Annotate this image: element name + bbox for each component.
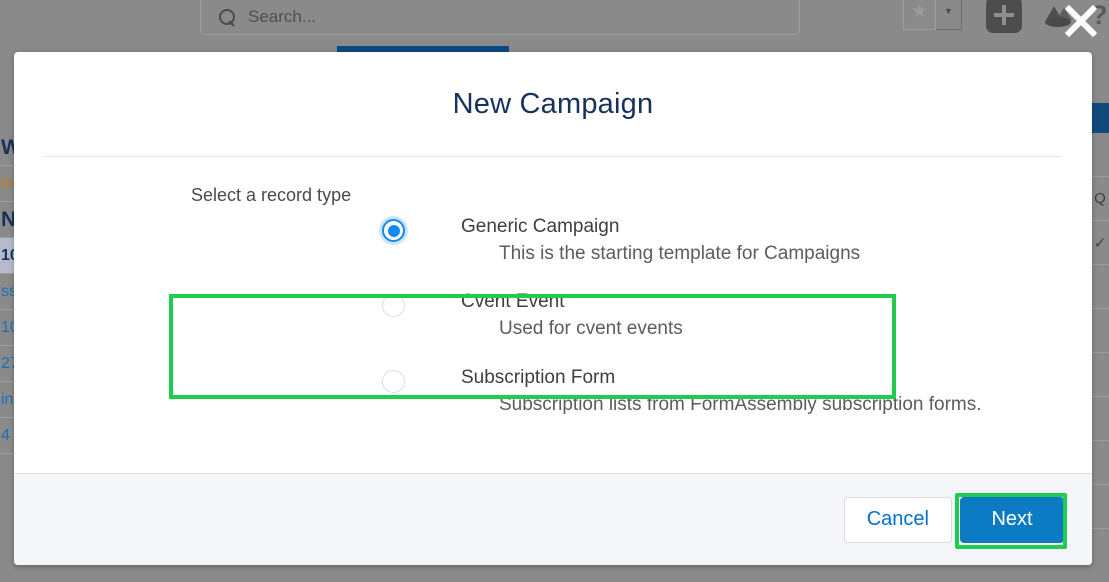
table-row — [1091, 265, 1109, 309]
search-icon — [219, 8, 236, 26]
new-campaign-modal: New Campaign Select a record type Generi… — [14, 52, 1092, 565]
background-bottom-strip — [0, 564, 1109, 582]
record-type-text: Generic Campaign This is the starting te… — [405, 215, 860, 266]
search-icon: Q — [1094, 190, 1106, 207]
record-type-text: Subscription Form Subscription lists fro… — [405, 366, 982, 417]
record-type-option-subscription-form[interactable]: Subscription Form Subscription lists fro… — [169, 366, 1049, 417]
table-cell: in — [1, 174, 14, 192]
record-type-label: Cvent Event — [461, 291, 565, 313]
record-type-legend: Select a record type — [191, 185, 352, 205]
radio-wrap — [169, 290, 405, 318]
chevron-down-icon[interactable]: ▼ — [936, 0, 962, 30]
table-cell: 4 — [1, 426, 10, 444]
check-icon: ✓ — [1093, 234, 1107, 252]
table-row — [1091, 397, 1109, 441]
table-row: Q — [1091, 177, 1109, 221]
record-type-description: Used for cvent events — [499, 318, 683, 340]
modal-body: Select a record type Generic Campaign Th… — [14, 157, 1092, 473]
cancel-button[interactable]: Cancel — [843, 496, 952, 543]
table-row — [1091, 309, 1109, 353]
radio-wrap — [169, 215, 405, 242]
table-cell: in — [1, 390, 14, 408]
background-right-column: Q ✓ — [1091, 133, 1109, 529]
modal-footer: Cancel Next — [14, 473, 1092, 565]
background-blue-bar — [1091, 103, 1109, 133]
table-row: ✓ — [1091, 221, 1109, 265]
next-button[interactable]: Next — [960, 496, 1064, 543]
modal-header: New Campaign — [14, 52, 1092, 157]
record-type-fieldset: Select a record type Generic Campaign Th… — [169, 185, 1049, 441]
record-type-option-generic-campaign[interactable]: Generic Campaign This is the starting te… — [169, 215, 1049, 266]
global-search-box[interactable]: Search... — [200, 0, 800, 35]
record-type-option-cvent-event[interactable]: Cvent Event Used for cvent events — [169, 290, 1049, 341]
table-row — [1091, 441, 1109, 485]
record-type-text: Cvent Event Used for cvent events — [405, 290, 683, 341]
favorites-button-group[interactable]: ★ ▼ — [903, 0, 962, 30]
star-icon[interactable]: ★ — [903, 0, 936, 30]
radio-cvent-event[interactable] — [382, 294, 405, 318]
table-row — [1091, 133, 1109, 177]
radio-wrap — [169, 366, 405, 393]
record-type-description: This is the starting template for Campai… — [499, 242, 861, 264]
record-type-label: Generic Campaign — [461, 216, 620, 237]
plus-icon[interactable] — [986, 0, 1022, 33]
global-header: Search... ★ ▼ ? — [0, 0, 1109, 46]
table-row — [1091, 353, 1109, 397]
radio-subscription-form[interactable] — [382, 369, 405, 393]
radio-generic-campaign[interactable] — [382, 219, 405, 242]
table-row — [1091, 485, 1109, 529]
search-input-placeholder[interactable]: Search... — [248, 7, 316, 27]
question-mark-icon[interactable]: ? — [1091, 0, 1108, 31]
app-logo-icon[interactable] — [1042, 2, 1074, 30]
record-type-label: Subscription Form — [461, 366, 616, 388]
record-type-description: Subscription lists from FormAssembly sub… — [499, 393, 982, 415]
page-title: New Campaign — [452, 88, 654, 120]
